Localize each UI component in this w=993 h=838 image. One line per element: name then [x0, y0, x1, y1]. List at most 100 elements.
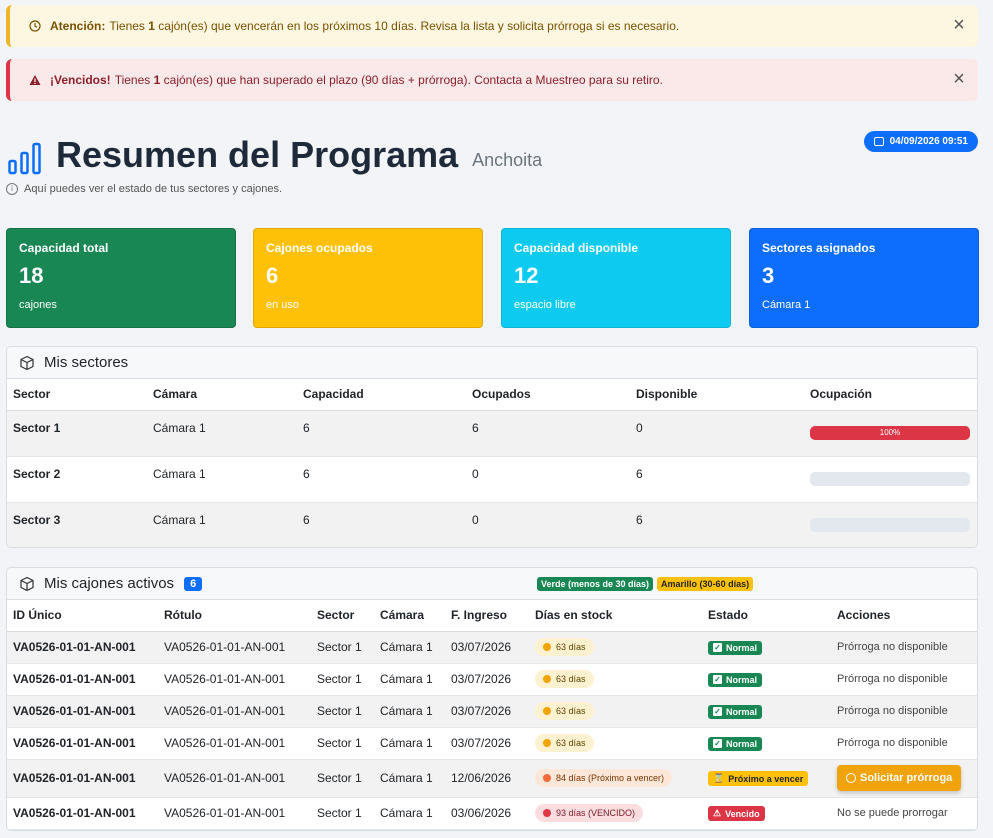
sector-cell: Sector 1	[311, 663, 374, 696]
occupancy-progress	[810, 471, 970, 486]
days-badge: 93 días (VENCIDO)	[535, 804, 644, 822]
hourglass-icon: ⌛	[713, 773, 725, 783]
warning-alert-count: 1	[148, 19, 155, 33]
status-dot-icon	[543, 739, 551, 747]
table-row: Sector 3 Cámara 1 6 0 6	[7, 502, 977, 547]
column-header: Sector	[7, 379, 147, 411]
days-badge: 63 días	[535, 638, 594, 656]
status-badge: ⌛ Próximo a vencer	[708, 771, 809, 786]
camara-cell: Cámara 1	[147, 502, 297, 547]
status-text: Normal	[726, 674, 758, 685]
days-badge: 84 días (Próximo a vencer)	[535, 769, 673, 787]
occupancy-progress-fill: 100%	[810, 425, 970, 440]
dias-cell: 63 días	[529, 727, 702, 760]
table-header-row: ID Único Rótulo Sector Cámara F. Ingreso…	[7, 600, 977, 632]
bar-chart-icon	[8, 141, 42, 175]
boxes-panel: Mis cajones activos 6 Verde (menos de 30…	[6, 567, 978, 831]
id-cell: VA0526-01-01-AN-001	[7, 797, 158, 830]
column-header: Capacidad	[297, 379, 466, 411]
check-icon: ✓	[713, 739, 722, 749]
legend-green: Verde (menos de 30 días)	[537, 577, 654, 591]
status-text: Vencido	[725, 808, 760, 819]
stat-card-title: Cajones ocupados	[266, 241, 373, 255]
table-row: VA0526-01-01-AN-001 VA0526-01-01-AN-001 …	[7, 727, 977, 760]
days-text: 84 días (Próximo a vencer)	[556, 773, 665, 783]
table-row: VA0526-01-01-AN-001 VA0526-01-01-AN-001 …	[7, 631, 977, 664]
dias-cell: 63 días	[529, 663, 702, 696]
check-icon: ✓	[713, 643, 722, 653]
id-cell: VA0526-01-01-AN-001	[7, 663, 158, 696]
danger-alert: ¡Vencidos! Tienes 1 cajón(es) que han su…	[6, 59, 978, 101]
page-hint-text: Aquí puedes ver el estado de tus sectore…	[24, 183, 283, 195]
stat-card-title: Capacidad disponible	[514, 241, 639, 255]
sector-cell: Sector 3	[7, 502, 147, 547]
table-row: VA0526-01-01-AN-001 VA0526-01-01-AN-001 …	[7, 695, 977, 728]
check-icon: ✓	[713, 675, 722, 685]
action-text: No se puede prorrogar	[831, 797, 977, 830]
occupancy-progress: 100%	[810, 425, 970, 440]
warning-triangle-icon	[28, 73, 42, 87]
request-extension-button[interactable]: Solicitar prórroga	[837, 765, 962, 791]
action-text: Prórroga no disponible	[831, 631, 977, 664]
estado-cell: ⌛ Próximo a vencer	[702, 759, 831, 798]
camara-cell: Cámara 1	[147, 456, 297, 503]
stat-card-value: 12	[514, 263, 539, 288]
action-text: Prórroga no disponible	[831, 663, 977, 696]
boxes-panel-header: Mis cajones activos 6 Verde (menos de 30…	[7, 568, 977, 600]
days-legend: Verde (menos de 30 días) Amarillo (30-60…	[537, 577, 955, 591]
ocupados-cell: 0	[466, 456, 630, 503]
sector-cell: Sector 1	[311, 727, 374, 760]
close-icon[interactable]: ×	[950, 15, 968, 35]
boxes-table: ID Único Rótulo Sector Cámara F. Ingreso…	[7, 600, 977, 830]
status-text: Próximo a vencer	[728, 773, 804, 784]
column-header: Estado	[702, 600, 831, 632]
stat-card-value: 6	[266, 263, 279, 288]
days-text: 63 días	[556, 642, 586, 652]
camara-cell: Cámara 1	[374, 759, 445, 798]
stat-card-occupied: Cajones ocupados 6 en uso	[253, 228, 483, 328]
ocupados-cell: 0	[466, 502, 630, 547]
page-subtitle: Anchoita	[472, 150, 543, 170]
ingreso-cell: 12/06/2026	[445, 759, 529, 798]
sector-cell: Sector 1	[311, 797, 374, 830]
estado-cell: ✓ Normal	[702, 663, 831, 696]
ocupados-cell: 6	[466, 410, 630, 457]
estado-cell: ✓ Normal	[702, 727, 831, 760]
box-icon	[19, 576, 35, 592]
column-header: Ocupación	[804, 379, 977, 411]
danger-alert-pre: Tienes	[114, 73, 151, 87]
sector-cell: Sector 2	[7, 456, 147, 503]
ingreso-cell: 03/06/2026	[445, 797, 529, 830]
days-text: 93 días (VENCIDO)	[556, 808, 636, 818]
status-dot-icon	[543, 643, 551, 651]
request-extension-label: Solicitar prórroga	[860, 772, 953, 784]
sector-cell: Sector 1	[311, 759, 374, 798]
stat-card-sub: en uso	[266, 299, 300, 311]
id-cell: VA0526-01-01-AN-001	[7, 631, 158, 664]
sectors-table: Sector Cámara Capacidad Ocupados Disponi…	[7, 379, 977, 547]
table-row: VA0526-01-01-AN-001 VA0526-01-01-AN-001 …	[7, 797, 977, 830]
close-icon[interactable]: ×	[950, 69, 968, 89]
stat-card-value: 18	[19, 263, 44, 288]
rotulo-cell: VA0526-01-01-AN-001	[158, 695, 311, 728]
ocupacion-cell	[804, 456, 977, 503]
legend-orange: Naranja (60-90 días)	[761, 579, 847, 589]
danger-alert-text: cajón(es) que han superado el plazo (90 …	[163, 73, 663, 87]
action-text: Prórroga no disponible	[831, 727, 977, 760]
datetime-badge: 04/09/2026 09:51	[863, 131, 978, 152]
column-header: Rótulo	[158, 600, 311, 632]
column-header: Disponible	[630, 379, 804, 411]
clock-icon	[28, 19, 42, 33]
estado-cell: ✓ Normal	[702, 695, 831, 728]
action-text: Prórroga no disponible	[831, 695, 977, 728]
column-header: Cámara	[147, 379, 297, 411]
action-cell: Solicitar prórroga	[831, 759, 977, 798]
danger-alert-count: 1	[153, 73, 161, 87]
id-cell: VA0526-01-01-AN-001	[7, 695, 158, 728]
status-dot-icon	[543, 774, 551, 782]
ocupacion-cell	[804, 502, 977, 547]
column-header: F. Ingreso	[445, 600, 529, 632]
camara-cell: Cámara 1	[374, 797, 445, 830]
clock-icon	[846, 773, 856, 783]
disponible-cell: 6	[630, 456, 804, 503]
